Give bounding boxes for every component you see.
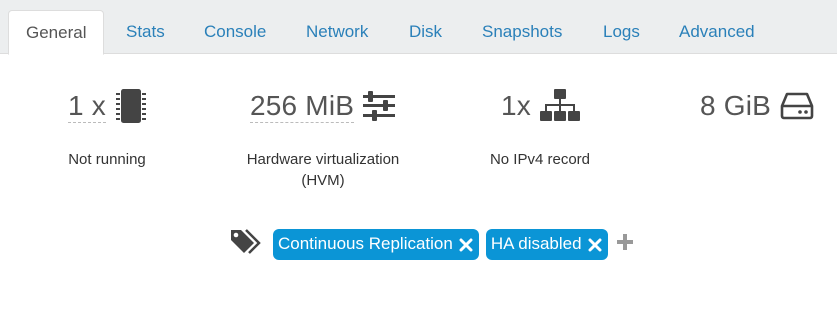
- network-caption: No IPv4 record: [489, 151, 591, 168]
- tag-chip[interactable]: HA disabled: [485, 228, 608, 260]
- network-tree-icon: [539, 88, 580, 124]
- cpu-caption: Not running: [68, 151, 146, 168]
- virtualization-mode-abbr: (HVM): [301, 172, 345, 189]
- tab-general[interactable]: General: [8, 10, 105, 55]
- tab-snapshots[interactable]: Snapshots: [465, 10, 579, 54]
- hard-drive-icon: [780, 91, 814, 121]
- cpu-chip-icon: [114, 87, 148, 125]
- memory-caption: Hardware virtualization (HVM): [240, 149, 406, 191]
- tag-chip[interactable]: Continuous Replication: [273, 228, 479, 260]
- remove-tag-icon[interactable]: [459, 237, 473, 252]
- tab-console[interactable]: Console: [187, 10, 283, 54]
- cpu-count[interactable]: 1 x: [68, 90, 106, 123]
- plus-icon[interactable]: [615, 232, 635, 257]
- disk-size: 8 GiB: [700, 90, 772, 121]
- memory-stat: 256 MiB: [250, 86, 396, 126]
- tab-bar: General Stats Console Network Disk Snaps…: [0, 0, 837, 55]
- remove-tag-icon[interactable]: [588, 237, 602, 252]
- tag-label: Continuous Replication: [278, 234, 453, 253]
- disk-stat: 8 GiB: [700, 86, 814, 126]
- network-stat: 1x: [501, 86, 580, 126]
- tab-stats[interactable]: Stats: [109, 10, 182, 54]
- tags-row: Continuous Replication HA disabled: [229, 226, 635, 262]
- memory-size[interactable]: 256 MiB: [250, 90, 355, 123]
- network-count: 1x: [501, 90, 531, 121]
- sliders-icon: [362, 89, 396, 123]
- tag-label: HA disabled: [490, 234, 582, 253]
- tab-advanced[interactable]: Advanced: [662, 10, 772, 54]
- tab-logs[interactable]: Logs: [586, 10, 657, 54]
- cpu-stat: 1 x: [68, 86, 148, 126]
- tab-network[interactable]: Network: [289, 10, 385, 54]
- tags-icon: [229, 227, 263, 262]
- tab-disk[interactable]: Disk: [392, 10, 459, 54]
- virtualization-mode: Hardware virtualization: [246, 151, 400, 168]
